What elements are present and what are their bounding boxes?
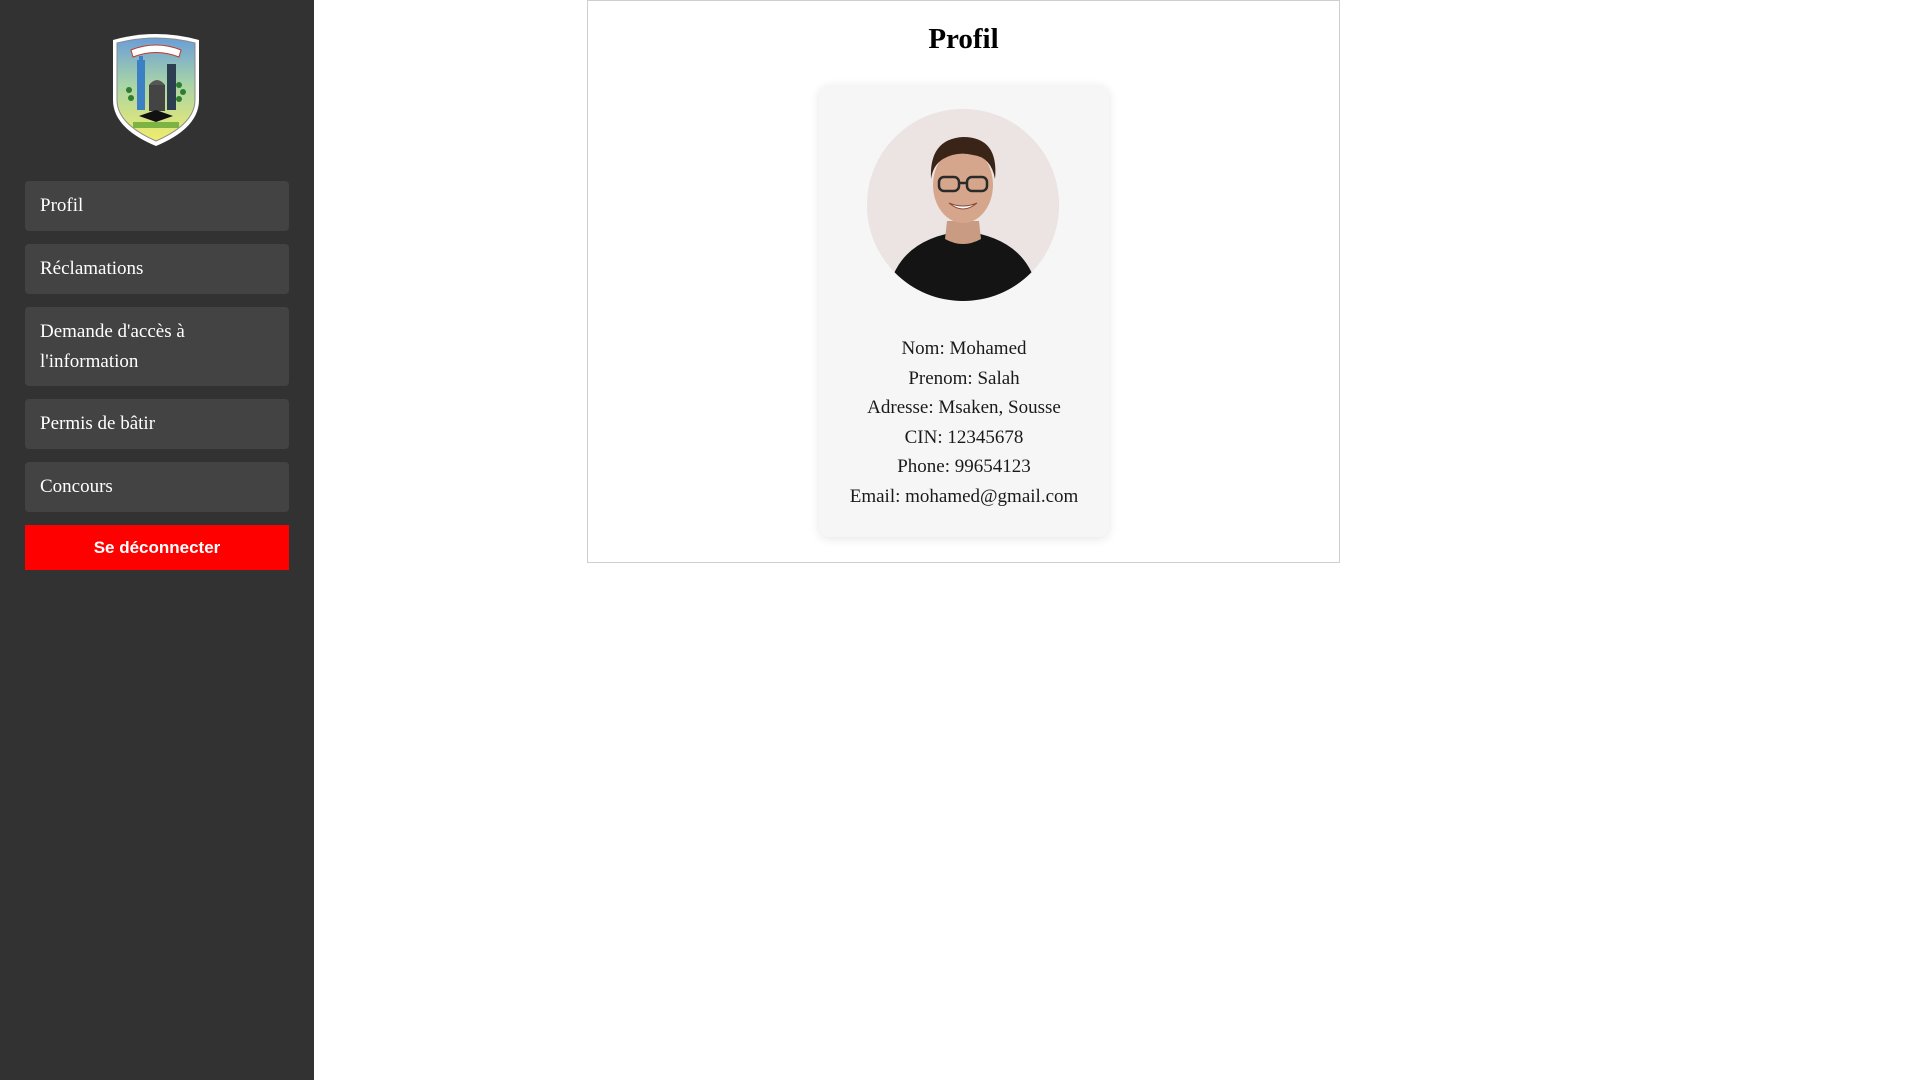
- sidebar-item-label: Demande d'accès à l'information: [40, 320, 185, 372]
- profile-cin: CIN: 12345678: [904, 426, 1024, 448]
- user-photo-icon: [867, 109, 1059, 301]
- profile-card: Nom: Mohamed Prenom: Salah Adresse: Msak…: [819, 85, 1109, 537]
- sidebar-item-label: Réclamations: [40, 258, 144, 279]
- municipality-logo: [109, 30, 203, 148]
- sidebar-item-label: Concours: [40, 476, 113, 497]
- sidebar-item-concours[interactable]: Concours: [25, 462, 289, 512]
- profile-prenom: Prenom: Salah: [908, 367, 1020, 389]
- sidebar-item-label: Profil: [40, 195, 84, 216]
- page-title: Profil: [928, 23, 999, 55]
- app-root: Profil Réclamations Demande d'accès à l'…: [0, 0, 1920, 1080]
- logout-button[interactable]: Se déconnecter: [25, 525, 289, 570]
- sidebar-item-profil[interactable]: Profil: [25, 181, 289, 231]
- profile-phone: Phone: 99654123: [897, 456, 1031, 477]
- crest-icon: [113, 34, 199, 146]
- sidebar-item-demande-acces-information[interactable]: Demande d'accès à l'information: [25, 307, 289, 386]
- sidebar-item-permis-de-batir[interactable]: Permis de bâtir: [25, 399, 289, 449]
- profile-info: Nom: Mohamed Prenom: Salah Adresse: Msak…: [819, 334, 1109, 511]
- sidebar-nav: Profil Réclamations Demande d'accès à l'…: [25, 181, 289, 570]
- avatar: [867, 109, 1059, 301]
- profile-adresse: Adresse: Msaken, Sousse: [867, 397, 1061, 418]
- sidebar-item-reclamations[interactable]: Réclamations: [25, 244, 289, 294]
- sidebar: Profil Réclamations Demande d'accès à l'…: [0, 0, 314, 1080]
- profile-email: Email: mohamed@gmail.com: [849, 485, 1079, 507]
- profile-nom: Nom: Mohamed: [901, 338, 1027, 359]
- sidebar-item-label: Permis de bâtir: [40, 413, 156, 434]
- profile-panel: Profil Nom: Mohamed Prenom: Salah Adress…: [587, 0, 1340, 563]
